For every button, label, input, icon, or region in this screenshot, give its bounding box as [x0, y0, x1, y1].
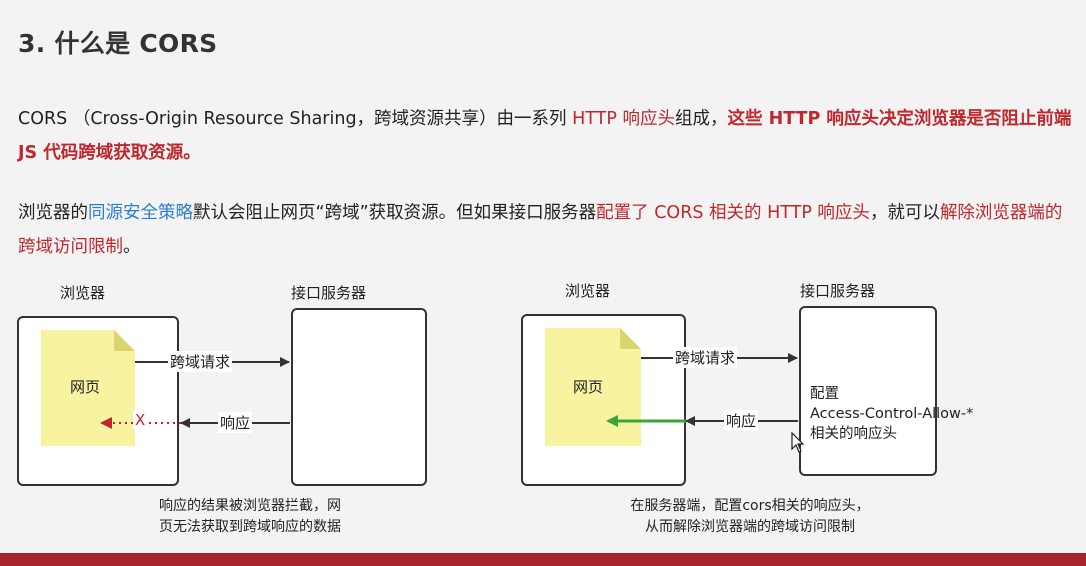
policy-paragraph: 浏览器的同源安全策略默认会阻止网页“跨域”获取资源。但如果接口服务器配置了 CO… [18, 196, 1078, 264]
policy-text-2: 默认会阻止网页“跨域”获取资源。但如果接口服务器 [193, 203, 597, 223]
right-browser-label: 浏览器 [565, 282, 611, 300]
left-blocked-mark: X [133, 411, 148, 429]
policy-highlight-same-origin: 同源安全策略 [88, 203, 193, 223]
right-response-label: 响应 [724, 410, 759, 431]
right-caption-line-1: 在服务器端，配置cors相关的响应头， [630, 498, 870, 514]
policy-highlight-cors-headers: 配置了 CORS 相关的 HTTP 响应头 [596, 203, 870, 223]
right-caption: 在服务器端，配置cors相关的响应头， 从而解除浏览器端的跨域访问限制 [580, 496, 920, 538]
intro-text-2: 组成， [674, 109, 728, 129]
intro-text-1: CORS （Cross-Origin Resource Sharing，跨域资源… [18, 109, 573, 129]
right-server-config-line-3: 相关的响应头 [810, 426, 897, 442]
slide: 3. 什么是 CORS CORS （Cross-Origin Resource … [0, 0, 1086, 566]
left-request-label: 跨域请求 [168, 351, 233, 372]
policy-text-3: ，就可以 [869, 203, 940, 223]
right-server-config-text: 配置 Access-Control-Allow-* 相关的响应头 [810, 384, 973, 444]
left-browser-label: 浏览器 [60, 284, 106, 302]
left-caption-line-1: 响应的结果被浏览器拦截，网 [159, 498, 341, 514]
cors-diagram: 浏览器 接口服务器 网页 跨域请求 响应 X 响应的结果被浏览器拦截，网 页无法… [0, 270, 1086, 550]
right-server-config-line-1: 配置 [810, 386, 839, 402]
page-title: 3. 什么是 CORS [18, 29, 218, 58]
right-request-label: 跨域请求 [673, 347, 738, 368]
left-response-label: 响应 [218, 412, 253, 433]
bottom-accent-bar [0, 553, 1086, 566]
intro-highlight-http-headers: HTTP 响应头 [572, 109, 675, 129]
left-server-box [291, 308, 427, 486]
mouse-pointer-icon [791, 432, 805, 453]
left-page-label: 网页 [70, 378, 101, 396]
intro-paragraph: CORS （Cross-Origin Resource Sharing，跨域资源… [18, 102, 1078, 170]
policy-text-4: 。 [123, 237, 141, 257]
right-server-config-line-2: Access-Control-Allow-* [810, 406, 974, 422]
right-caption-line-2: 从而解除浏览器端的跨域访问限制 [645, 519, 855, 535]
left-server-label: 接口服务器 [291, 284, 367, 302]
left-caption: 响应的结果被浏览器拦截，网 页无法获取到跨域响应的数据 [120, 496, 380, 538]
policy-text-1: 浏览器的 [18, 203, 88, 223]
left-caption-line-2: 页无法获取到跨域响应的数据 [159, 519, 341, 535]
right-page-label: 网页 [573, 378, 604, 396]
left-diagram [17, 308, 427, 486]
right-server-label: 接口服务器 [800, 282, 876, 300]
